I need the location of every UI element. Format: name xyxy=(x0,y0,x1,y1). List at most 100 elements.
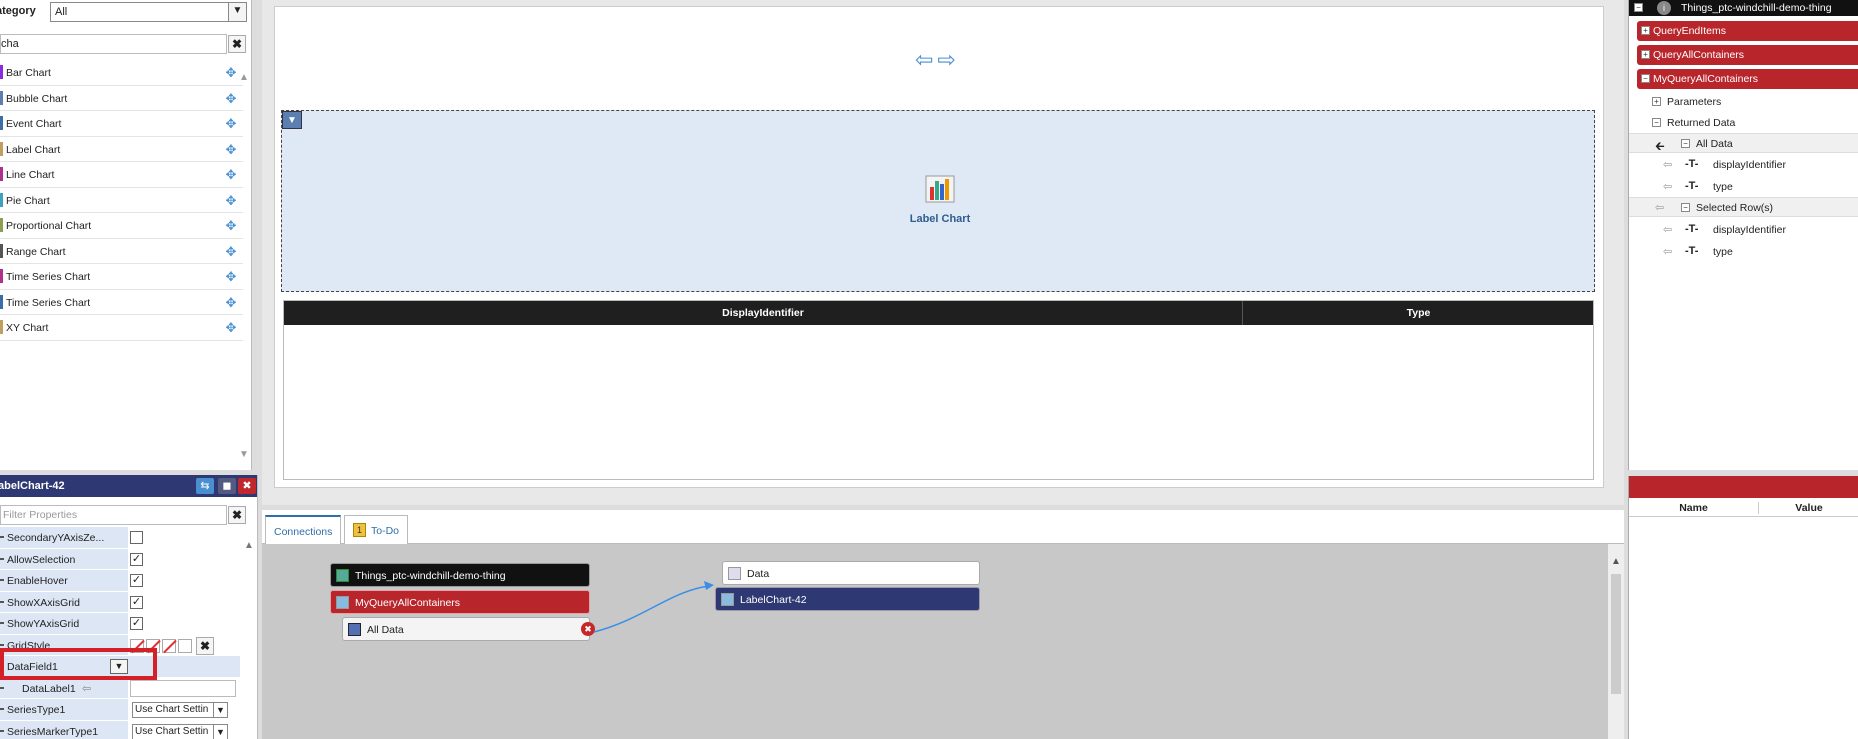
chevron-down-icon[interactable]: ▼ xyxy=(228,3,246,21)
property-select[interactable]: Use Chart Settin ▼ xyxy=(132,702,228,718)
widget-list-item[interactable]: XY Chart ✥ xyxy=(0,315,243,341)
clear-style-button[interactable]: ✖ xyxy=(196,636,214,655)
property-value[interactable]: ⇦ xyxy=(82,677,240,699)
grid-column-type[interactable]: Type xyxy=(1244,301,1593,325)
widget-list-item[interactable]: Bubble Chart ✥ xyxy=(0,86,243,111)
widget-list-item[interactable]: Line Chart ✥ xyxy=(0,162,243,188)
field-node[interactable]: ⇦ -T- displayIdentifier xyxy=(1629,155,1858,175)
column-value[interactable]: Value xyxy=(1759,502,1858,514)
source-thing-node[interactable]: Things_ptc-windchill-demo-thing xyxy=(330,563,590,587)
widget-list-item[interactable]: Time Series Chart ✥ xyxy=(0,290,243,315)
arrow-left-icon[interactable]: ⇦ xyxy=(82,682,91,695)
field-node[interactable]: ⇦ -T- type xyxy=(1629,242,1858,262)
source-service-node[interactable]: MyQueryAllContainers xyxy=(330,590,590,614)
expand-icon[interactable]: + xyxy=(1652,97,1661,106)
property-row[interactable]: SeriesType1 Use Chart Settin ▼ xyxy=(0,699,240,721)
scroll-thumb[interactable] xyxy=(1611,574,1621,694)
widget-list-item[interactable]: Time Series Chart ✥ xyxy=(0,264,243,290)
tab-connections[interactable]: Connections xyxy=(265,515,342,544)
arrow-left-icon[interactable]: ⇦ xyxy=(1663,180,1672,193)
clear-filter-button[interactable]: ✖ xyxy=(228,35,246,53)
property-checkbox[interactable]: ✓ xyxy=(130,552,143,566)
widget-list-item[interactable]: Proportional Chart ✥ xyxy=(0,213,243,239)
collapse-icon[interactable]: − xyxy=(1681,139,1690,148)
property-value[interactable] xyxy=(128,527,240,548)
widget-list-item[interactable]: Event Chart ✥ xyxy=(0,111,243,137)
share-icon[interactable]: ⇆ xyxy=(196,478,214,494)
property-row[interactable]: AllowSelection ✓ xyxy=(0,548,240,570)
scroll-down-icon[interactable]: ▼ xyxy=(239,449,249,460)
expand-icon[interactable]: + xyxy=(1641,50,1650,59)
scroll-up-icon[interactable]: ▲ xyxy=(244,540,254,551)
widget-filter-input[interactable]: cha xyxy=(0,34,227,54)
properties-filter-input[interactable]: Filter Properties xyxy=(0,505,227,525)
label-chart-widget[interactable]: ▼ Label Chart xyxy=(281,110,1595,292)
arrow-left-icon[interactable]: ⇦ xyxy=(1663,158,1672,171)
close-icon[interactable]: ✖ xyxy=(238,478,256,494)
field-node[interactable]: ⇦ -T- displayIdentifier xyxy=(1629,220,1858,240)
clear-properties-filter-button[interactable]: ✖ xyxy=(228,506,246,524)
field-node[interactable]: ⇦ -T- type xyxy=(1629,177,1858,197)
collapse-icon[interactable]: − xyxy=(1652,118,1661,127)
grid-column-displayidentifier[interactable]: DisplayIdentifier xyxy=(284,301,1243,325)
arrow-left-icon[interactable]: ⇦ xyxy=(1663,223,1672,236)
service-myqueryallcontainers[interactable]: − MyQueryAllContainers xyxy=(1637,69,1858,89)
widget-list-item[interactable]: Label Chart ✥ xyxy=(0,137,243,162)
property-row[interactable]: EnableHover ✓ xyxy=(0,570,240,592)
property-row[interactable]: SecondaryYAxisZe... xyxy=(0,527,240,549)
property-text-input[interactable] xyxy=(130,679,236,697)
mashup-canvas[interactable]: ⇦⇨ ▼ Label Chart DisplayIdentifier Type xyxy=(274,6,1604,488)
property-value[interactable]: ✓ xyxy=(128,613,240,634)
collapse-icon[interactable]: − xyxy=(1634,3,1643,12)
properties-scrollbar[interactable]: ▲ xyxy=(242,540,256,739)
widget-list-item[interactable]: Bar Chart ✥ xyxy=(0,60,243,86)
chevron-down-icon[interactable]: ▼ xyxy=(213,724,227,739)
collapse-icon[interactable]: ▼ xyxy=(282,111,302,129)
service-queryallcontainers[interactable]: + QueryAllContainers xyxy=(1637,45,1858,65)
scroll-up-icon[interactable]: ▲ xyxy=(239,72,249,83)
column-name[interactable]: Name xyxy=(1629,502,1759,514)
widget-list-item[interactable]: Pie Chart ✥ xyxy=(0,188,243,213)
parameters-node[interactable]: + Parameters xyxy=(1629,92,1858,112)
property-value[interactable]: Use Chart Settin ▼ xyxy=(128,720,240,739)
data-grid-widget[interactable]: DisplayIdentifier Type xyxy=(283,300,1594,480)
collapse-icon[interactable]: − xyxy=(1681,203,1690,212)
widget-list-scrollbar[interactable]: ▲ ▼ xyxy=(237,60,251,460)
property-row[interactable]: SeriesMarkerType1 Use Chart Settin ▼ xyxy=(0,720,240,739)
source-output-node[interactable]: All Data ✖ xyxy=(342,617,595,641)
arrow-left-icon[interactable]: ⇦ xyxy=(1655,201,1664,214)
navigation-arrows-icon[interactable]: ⇦⇨ xyxy=(915,47,960,73)
style-swatch[interactable] xyxy=(162,638,176,653)
tab-todo[interactable]: 1 To-Do xyxy=(344,515,409,544)
property-select[interactable]: Use Chart Settin ▼ xyxy=(132,723,228,739)
style-swatch[interactable] xyxy=(178,638,192,653)
target-property-label: Data xyxy=(747,568,770,580)
property-checkbox[interactable]: ✓ xyxy=(130,617,143,630)
property-value[interactable]: ✓ xyxy=(128,591,240,613)
scroll-up-icon[interactable]: ▲ xyxy=(1611,556,1621,567)
settings-icon[interactable]: ◼ xyxy=(218,478,236,494)
property-value[interactable]: Use Chart Settin ▼ xyxy=(128,699,240,720)
returned-data-node[interactable]: − Returned Data xyxy=(1629,113,1858,133)
property-checkbox[interactable]: ✓ xyxy=(130,574,143,587)
collapse-icon[interactable]: − xyxy=(1641,74,1650,83)
all-data-node[interactable]: 🡰 − All Data xyxy=(1629,133,1858,153)
property-value[interactable]: ✓ xyxy=(128,570,240,591)
target-property-node[interactable]: Data xyxy=(722,561,980,585)
connections-scrollbar[interactable]: ▲ xyxy=(1608,544,1624,739)
property-checkbox[interactable]: ✓ xyxy=(130,595,143,609)
service-queryenditems[interactable]: + QueryEndItems xyxy=(1637,21,1858,41)
property-value[interactable]: ✓ xyxy=(128,548,240,570)
property-row[interactable]: DataLabel1 ⇦ xyxy=(0,677,240,699)
property-row[interactable]: ShowYAxisGrid ✓ xyxy=(0,613,240,635)
property-row[interactable]: ShowXAxisGrid ✓ xyxy=(0,591,240,613)
category-select[interactable]: All ▼ xyxy=(50,2,247,22)
widget-list-item[interactable]: Range Chart ✥ xyxy=(0,239,243,264)
arrow-left-icon[interactable]: ⇦ xyxy=(1663,245,1672,258)
chevron-down-icon[interactable]: ▼ xyxy=(213,703,227,717)
expand-icon[interactable]: + xyxy=(1641,26,1650,35)
target-widget-node[interactable]: LabelChart-42 xyxy=(715,587,980,611)
selected-rows-node[interactable]: ⇦ − Selected Row(s) xyxy=(1629,197,1858,217)
property-checkbox[interactable] xyxy=(130,531,143,544)
thing-header[interactable]: − i Things_ptc-windchill-demo-thing xyxy=(1629,0,1858,16)
